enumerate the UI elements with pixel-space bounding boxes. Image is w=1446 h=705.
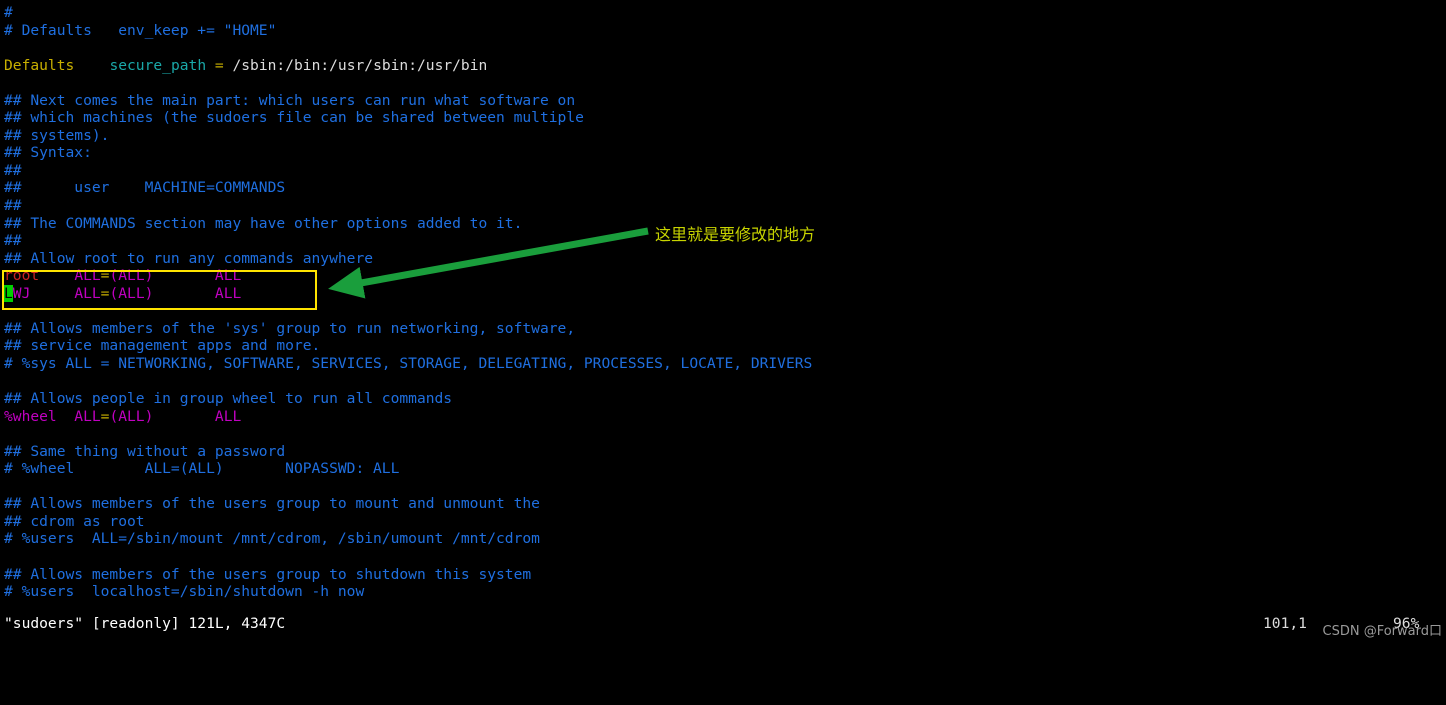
- editor-line[interactable]: ##: [0, 197, 1446, 215]
- editor-text-span: ALL: [214, 284, 242, 302]
- editor-text-span: ## service management apps and more.: [4, 337, 321, 355]
- editor-text-span: /sbin:/bin:/usr/sbin:/usr/bin: [223, 56, 488, 74]
- editor-line[interactable]: ##: [0, 162, 1446, 180]
- editor-text-span: [39, 267, 74, 284]
- editor-line[interactable]: [0, 425, 1446, 443]
- editor-line[interactable]: ## systems).: [0, 127, 1446, 145]
- editor-text-span: %wheel: [4, 407, 57, 425]
- editor-text-span: # %users localhost=/sbin/shutdown -h now: [4, 583, 365, 601]
- editor-line[interactable]: ## Allows members of the users group to …: [0, 566, 1446, 584]
- editor-text-span: ## systems).: [4, 126, 110, 144]
- editor-text-span: ## Allows members of the 'sys' group to …: [4, 319, 576, 337]
- editor-line[interactable]: # Defaults env_keep += "HOME": [0, 22, 1446, 40]
- editor-text-span: ## The COMMANDS section may have other o…: [4, 214, 523, 232]
- editor-text-span: ##: [4, 161, 22, 179]
- editor-text-span: (ALL): [109, 407, 154, 425]
- editor-text-span: ## Same thing without a password: [4, 442, 286, 460]
- editor-line[interactable]: ## Allows members of the users group to …: [0, 495, 1446, 513]
- editor-text-span: [153, 408, 215, 425]
- editor-text-span: ## Allows members of the users group to …: [4, 495, 540, 513]
- editor-text-span: ## Next comes the main part: which users…: [4, 91, 576, 109]
- editor-line[interactable]: ## cdrom as root: [0, 513, 1446, 531]
- editor-line[interactable]: %wheel ALL=(ALL) ALL: [0, 408, 1446, 426]
- editor-line[interactable]: # %users ALL=/sbin/mount /mnt/cdrom, /sb…: [0, 530, 1446, 548]
- editor-text-span: root: [4, 267, 40, 285]
- editor-text-span: ## Allows members of the users group to …: [4, 565, 532, 583]
- vim-status-line: "sudoers" [readonly] 121L, 4347C 101,1 9…: [0, 615, 1446, 633]
- editor-text-span: =: [214, 56, 224, 74]
- editor-text-buffer[interactable]: # # Defaults env_keep += "HOME" Defaults …: [0, 0, 1446, 641]
- editor-line[interactable]: # %users localhost=/sbin/shutdown -h now: [0, 583, 1446, 601]
- editor-line[interactable]: #: [0, 4, 1446, 22]
- editor-text-span: [153, 267, 215, 284]
- editor-line[interactable]: ## Same thing without a password: [0, 443, 1446, 461]
- text-cursor: L: [4, 284, 13, 302]
- editor-text-span: ALL: [214, 267, 242, 285]
- editor-line[interactable]: ## which machines (the sudoers file can …: [0, 109, 1446, 127]
- editor-line[interactable]: [0, 39, 1446, 57]
- editor-line[interactable]: ## Allow root to run any commands anywhe…: [0, 250, 1446, 268]
- editor-text-span: # %sys ALL = NETWORKING, SOFTWARE, SERVI…: [4, 354, 813, 372]
- editor-text-span: # %users ALL=/sbin/mount /mnt/cdrom, /sb…: [4, 530, 540, 548]
- editor-line[interactable]: [0, 478, 1446, 496]
- editor-line[interactable]: [0, 372, 1446, 390]
- editor-text-span: ## cdrom as root: [4, 512, 145, 530]
- editor-text-span: # Defaults env_keep += "HOME": [4, 21, 277, 39]
- editor-text-span: [153, 285, 215, 302]
- editor-text-span: (ALL): [109, 267, 154, 285]
- editor-line[interactable]: ## user MACHINE=COMMANDS: [0, 179, 1446, 197]
- editor-text-span: ALL: [74, 284, 101, 302]
- editor-line[interactable]: [0, 74, 1446, 92]
- editor-line[interactable]: LWJ ALL=(ALL) ALL: [0, 284, 1446, 303]
- editor-line[interactable]: ## service management apps and more.: [0, 337, 1446, 355]
- editor-text-span: # %wheel ALL=(ALL) NOPASSWD: ALL: [4, 460, 400, 478]
- editor-line[interactable]: [0, 548, 1446, 566]
- status-file-info: "sudoers" [readonly] 121L, 4347C: [4, 615, 286, 632]
- editor-text-span: ## Allows people in group wheel to run a…: [4, 390, 453, 408]
- terminal-window: # # Defaults env_keep += "HOME" Defaults …: [0, 0, 1446, 641]
- editor-text-span: [74, 57, 109, 74]
- editor-line[interactable]: ## Syntax:: [0, 144, 1446, 162]
- editor-line[interactable]: ## Allows people in group wheel to run a…: [0, 390, 1446, 408]
- editor-line[interactable]: ## The COMMANDS section may have other o…: [0, 215, 1446, 233]
- editor-text-span: ##: [4, 232, 22, 250]
- editor-text-span: [57, 408, 75, 425]
- editor-line[interactable]: root ALL=(ALL) ALL: [0, 267, 1446, 285]
- editor-line[interactable]: ##: [0, 232, 1446, 250]
- status-cursor-position: 101,1: [1263, 615, 1307, 632]
- editor-text-span: ## user MACHINE=COMMANDS: [4, 179, 286, 197]
- editor-text-span: (ALL): [109, 284, 154, 302]
- csdn-watermark: CSDN @Forward口: [1322, 624, 1442, 639]
- editor-text-span: ## which machines (the sudoers file can …: [4, 109, 584, 127]
- editor-line[interactable]: # %wheel ALL=(ALL) NOPASSWD: ALL: [0, 460, 1446, 478]
- editor-line[interactable]: Defaults secure_path = /sbin:/bin:/usr/s…: [0, 57, 1446, 75]
- editor-text-span: [206, 57, 215, 74]
- editor-text-span: ALL: [214, 407, 242, 425]
- editor-text-span: #: [4, 4, 13, 21]
- editor-text-span: WJ: [12, 284, 31, 302]
- editor-line[interactable]: ## Allows members of the 'sys' group to …: [0, 320, 1446, 338]
- editor-text-span: secure_path: [109, 56, 207, 74]
- editor-text-span: ## Allow root to run any commands anywhe…: [4, 249, 374, 267]
- editor-text-span: [30, 285, 74, 302]
- editor-line[interactable]: [0, 302, 1446, 320]
- editor-text-span: ALL: [74, 267, 101, 285]
- editor-line[interactable]: # %sys ALL = NETWORKING, SOFTWARE, SERVI…: [0, 355, 1446, 373]
- editor-text-span: ## Syntax:: [4, 144, 92, 162]
- editor-text-span: Defaults: [4, 56, 75, 74]
- editor-text-span: ALL: [74, 407, 101, 425]
- editor-line[interactable]: ## Next comes the main part: which users…: [0, 92, 1446, 110]
- editor-text-span: ##: [4, 197, 22, 215]
